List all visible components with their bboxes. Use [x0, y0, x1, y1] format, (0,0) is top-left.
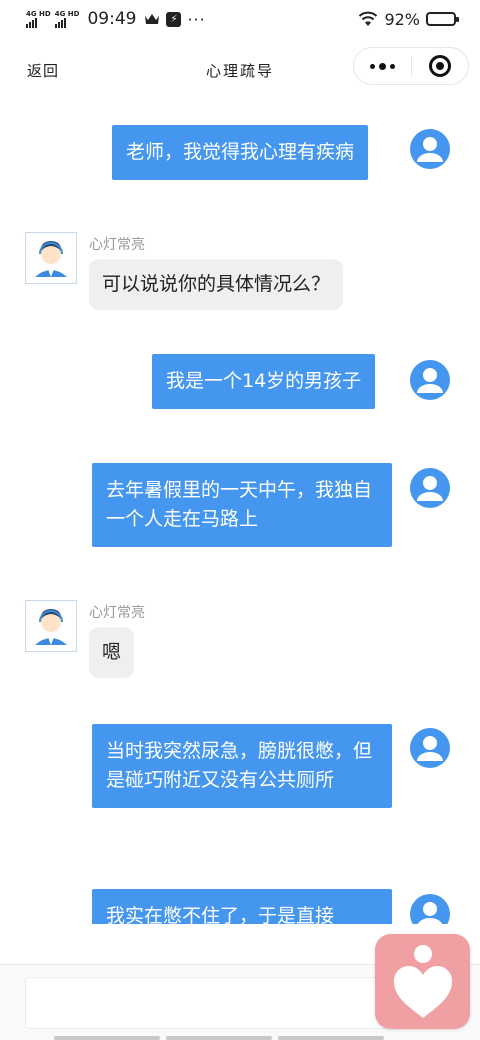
signal-1-icon: 4G HD [26, 10, 51, 28]
floating-heart-button[interactable] [375, 934, 470, 1029]
user-message: 我是一个14岁的男孩子 [152, 354, 376, 409]
user-message: 老师，我觉得我心理有疾病 [112, 125, 369, 180]
user-avatar [410, 468, 450, 508]
signal-2-icon: 4G HD [54, 10, 79, 28]
bot-name: 心灯常亮 [89, 237, 145, 253]
app-icon: ⚡ [166, 11, 182, 27]
capsule-menu [353, 47, 469, 85]
user-avatar-icon [417, 902, 443, 924]
user-message: 去年暑假里的一天中午，我独自一个人走在马路上 [92, 463, 392, 547]
more-dots-icon: ··· [187, 9, 206, 29]
nav-bar: 返回 心理疏导 [0, 40, 480, 96]
heart-person-icon [394, 945, 452, 1018]
bottom-indicator [54, 1036, 384, 1040]
chat-area[interactable]: 老师，我觉得我心理有疾病 心灯常亮 可以说说你的具体情况么？ 我是一个14岁的男… [0, 96, 480, 924]
bot-name: 心灯常亮 [89, 605, 145, 621]
user-avatar [410, 360, 450, 400]
user-avatar-icon [417, 368, 443, 393]
user-avatar-icon [417, 476, 443, 501]
wifi-icon [359, 11, 378, 26]
counselor-avatar-icon [35, 241, 67, 277]
bot-avatar [25, 600, 77, 652]
user-avatar [410, 129, 450, 169]
user-avatar [410, 728, 450, 768]
message-input[interactable] [25, 977, 405, 1029]
user-avatar [410, 894, 450, 924]
crown-icon [145, 14, 160, 24]
more-icon[interactable] [354, 62, 411, 70]
bot-message: 可以说说你的具体情况么？ [89, 259, 344, 310]
counselor-avatar-icon [35, 609, 67, 645]
bot-avatar [25, 232, 77, 284]
status-bar: 4G HD 4G HD 09:49 ⚡ ··· 92% [0, 0, 480, 38]
user-avatar-icon [417, 137, 443, 162]
battery-icon [426, 12, 459, 26]
status-time: 09:49 [87, 9, 137, 29]
battery-percent: 92% [384, 9, 420, 29]
close-target-icon[interactable] [412, 55, 468, 77]
user-message: 我实在憋不住了，于是直接 [92, 889, 392, 924]
user-avatar-icon [417, 736, 443, 761]
bot-message: 嗯 [89, 627, 135, 678]
user-message: 当时我突然尿急，膀胱很憋，但是碰巧附近又没有公共厕所 [92, 724, 392, 808]
